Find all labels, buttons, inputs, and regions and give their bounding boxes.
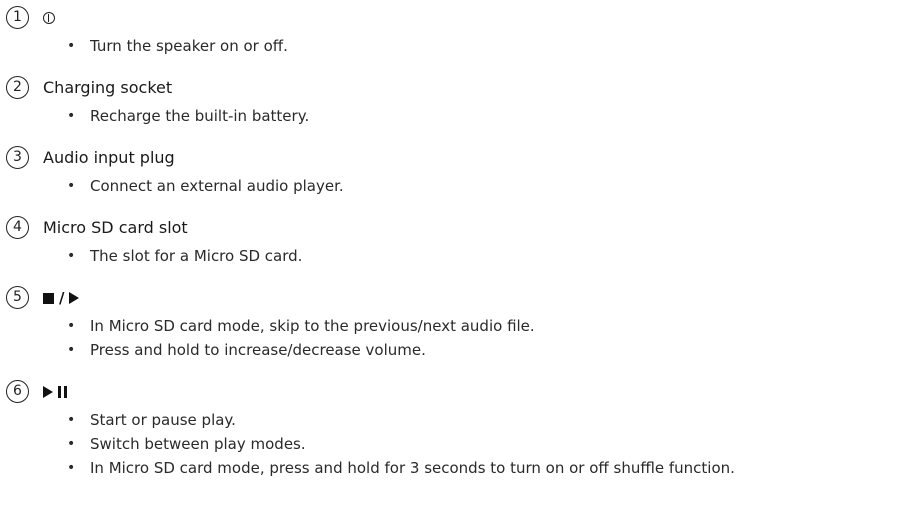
item-skip-buttons: 5 / • In Micro SD card mode, skip to the … [6, 285, 911, 362]
pause-icon [58, 386, 67, 398]
play-icon [69, 292, 80, 304]
item-charging-socket: 2 Charging socket • Recharge the built-in… [6, 75, 911, 128]
bullet-dot: • [67, 436, 76, 452]
bullet-list: • In Micro SD card mode, skip to the prev… [6, 314, 911, 362]
item-symbol [43, 7, 55, 29]
bullet-text: Switch between play modes. [90, 435, 306, 453]
list-item: • In Micro SD card mode, skip to the prev… [6, 314, 911, 338]
item-title: Micro SD card slot [43, 218, 188, 237]
bullet-dot: • [67, 38, 76, 54]
bullet-dot: • [67, 178, 76, 194]
item-header: 4 Micro SD card slot [6, 215, 911, 241]
list-item: • Recharge the built-in battery. [6, 104, 911, 128]
bullet-dot: • [67, 108, 76, 124]
list-item: • Turn the speaker on or off. [6, 34, 911, 58]
bullet-dot: • [67, 460, 76, 476]
item-symbol: / [43, 287, 80, 309]
list-item: • Start or pause play. [6, 408, 911, 432]
list-item: • Press and hold to increase/decrease vol… [6, 338, 911, 362]
stop-icon [43, 292, 54, 304]
item-number: 5 [6, 286, 29, 309]
bullet-dot: • [67, 412, 76, 428]
bullet-list: • Recharge the built-in battery. [6, 104, 911, 128]
item-header: 5 / [6, 285, 911, 311]
play-icon [43, 386, 53, 398]
bullet-text: Press and hold to increase/decrease volu… [90, 341, 426, 359]
item-number: 1 [6, 6, 29, 29]
symbol-slash: / [59, 289, 65, 307]
item-number: 6 [6, 380, 29, 403]
list-item: • In Micro SD card mode, press and hold f… [6, 456, 911, 480]
list-item: • The slot for a Micro SD card. [6, 244, 911, 268]
list-item: • Connect an external audio player. [6, 174, 911, 198]
item-title: Charging socket [43, 78, 173, 97]
item-symbol [43, 381, 67, 403]
bullet-text: Start or pause play. [90, 411, 236, 429]
item-power: 1 • Turn the speaker on or off. [6, 5, 911, 58]
item-play-pause: 6 • Start or pause play. • Switch between … [6, 379, 911, 480]
item-number: 3 [6, 146, 29, 169]
item-number: 4 [6, 216, 29, 239]
item-header: 1 [6, 5, 911, 31]
bullet-dot: • [67, 248, 76, 264]
bullet-list: • The slot for a Micro SD card. [6, 244, 911, 268]
power-icon [43, 12, 55, 24]
bullet-list: • Connect an external audio player. [6, 174, 911, 198]
bullet-dot: • [67, 342, 76, 358]
item-header: 6 [6, 379, 911, 405]
bullet-text: The slot for a Micro SD card. [90, 247, 303, 265]
bullet-text: In Micro SD card mode, press and hold fo… [90, 459, 735, 477]
bullet-list: • Start or pause play. • Switch between pl… [6, 408, 911, 480]
bullet-text: Recharge the built-in battery. [90, 107, 310, 125]
manual-page: 1 • Turn the speaker on or off. 2 Chargin… [0, 0, 916, 519]
bullet-text: Connect an external audio player. [90, 177, 344, 195]
item-header: 2 Charging socket [6, 75, 911, 101]
item-micro-sd-slot: 4 Micro SD card slot • The slot for a Mic… [6, 215, 911, 268]
item-number: 2 [6, 76, 29, 99]
list-item: • Switch between play modes. [6, 432, 911, 456]
item-header: 3 Audio input plug [6, 145, 911, 171]
bullet-text: In Micro SD card mode, skip to the previ… [90, 317, 535, 335]
bullet-dot: • [67, 318, 76, 334]
bullet-list: • Turn the speaker on or off. [6, 34, 911, 58]
item-title: Audio input plug [43, 148, 175, 167]
item-audio-input: 3 Audio input plug • Connect an external … [6, 145, 911, 198]
bullet-text: Turn the speaker on or off. [90, 37, 288, 55]
